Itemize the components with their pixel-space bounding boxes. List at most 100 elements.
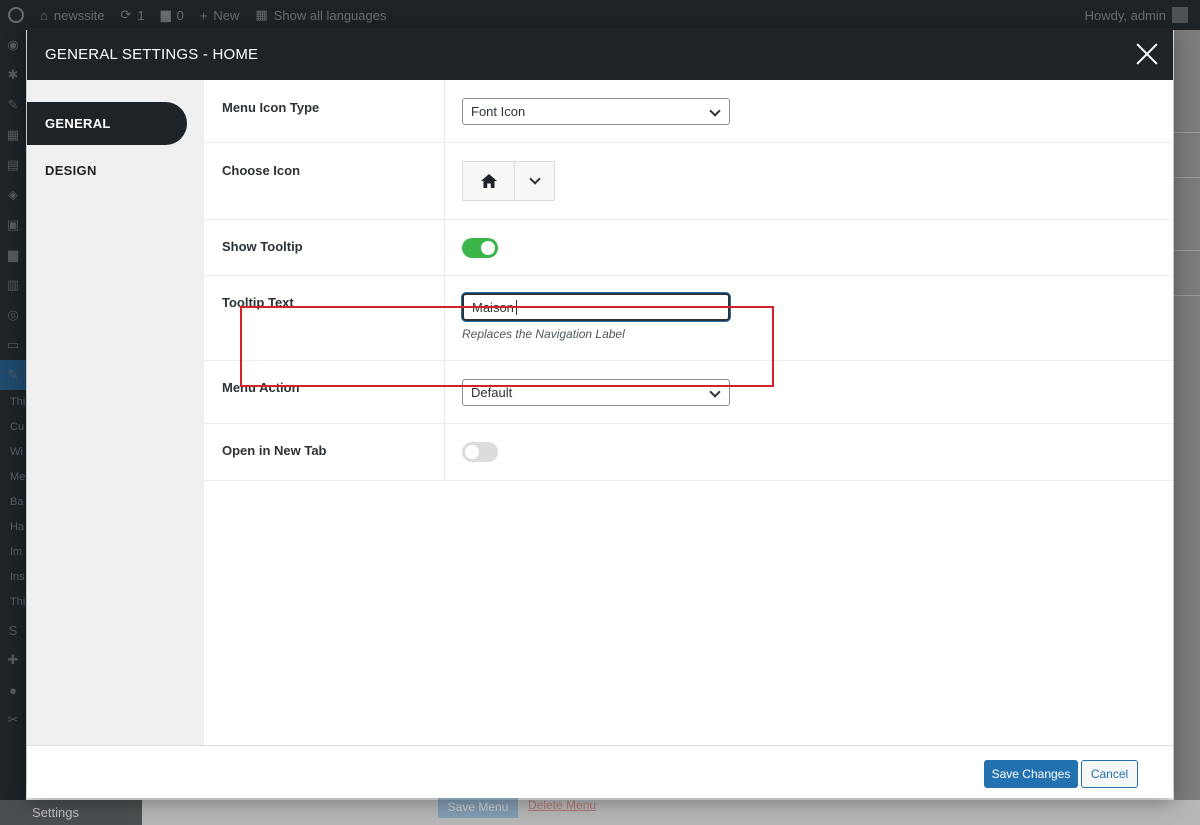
divider [1174, 250, 1200, 251]
avatar [1172, 7, 1188, 23]
plugins-icon[interactable]: ✚ [0, 645, 26, 675]
submenu-item[interactable]: Ha [0, 515, 26, 540]
icon-picker-dropdown[interactable] [515, 162, 554, 200]
submenu-item[interactable]: Ins [0, 565, 26, 590]
tooltip-text-label: Tooltip Text [204, 276, 445, 360]
tooltip-text-control: Maison Replaces the Navigation Label [445, 276, 1173, 360]
background-footer: Settings Save Menu Delete Menu [0, 796, 1200, 825]
toggle-knob [465, 445, 479, 459]
submenu-item[interactable]: Wi [0, 440, 26, 465]
show-tooltip-toggle[interactable] [462, 238, 498, 258]
site-name-link[interactable]: ⌂ newssite [32, 0, 112, 30]
updates-link[interactable]: ⟳ 1 [112, 0, 152, 30]
media-icon[interactable]: ◈ [0, 180, 26, 210]
wordpress-logo[interactable] [0, 0, 32, 30]
menu-icon-type-value: Font Icon [471, 104, 526, 119]
settings-menu-item[interactable]: Settings [0, 800, 142, 825]
submenu-item[interactable]: Thi [0, 590, 26, 615]
toggle-knob [481, 241, 495, 255]
icon-picker[interactable] [462, 161, 555, 201]
tooltip-text-value: Maison [472, 299, 514, 315]
chevron-down-icon [709, 386, 721, 398]
languages-label: Show all languages [273, 7, 387, 23]
save-menu-button[interactable]: Save Menu [438, 796, 518, 818]
plus-icon: + [199, 7, 208, 23]
modal-body: GENERAL DESIGN Menu Icon Type Font Icon … [27, 80, 1173, 745]
tab-design[interactable]: DESIGN [27, 149, 187, 192]
admin-bar: ⌂ newssite ⟳ 1 ▆ 0 + New ▦ Show all languages… [0, 0, 1200, 30]
languages-link[interactable]: ▦ Show all languages [247, 0, 394, 30]
dashboard-icon[interactable]: ◉ [0, 30, 26, 60]
forms-icon[interactable]: ▥ [0, 270, 26, 300]
form-row-choose-icon: Choose Icon [204, 143, 1173, 220]
modal-footer: Save Changes Cancel [27, 745, 1173, 798]
comments-icon[interactable]: ▆ [0, 240, 26, 270]
chevron-down-icon [529, 173, 541, 185]
wordpress-icon [8, 7, 24, 23]
show-tooltip-control [445, 220, 1173, 275]
folder-icon[interactable]: ▭ [0, 330, 26, 360]
comment-icon: ▆ [160, 7, 171, 22]
users-icon[interactable]: ● [0, 675, 26, 705]
submenu-item[interactable]: Thi [0, 390, 26, 415]
modal-header: GENERAL SETTINGS - HOME [27, 28, 1173, 80]
cancel-button[interactable]: Cancel [1081, 760, 1138, 788]
divider [1174, 132, 1200, 133]
translate-icon: ▦ [255, 7, 268, 22]
menu-icon-type-select[interactable]: Font Icon [462, 98, 730, 125]
form-row-open-new-tab: Open in New Tab [204, 424, 1173, 481]
tooltip-text-help: Replaces the Navigation Label [462, 327, 625, 341]
comments-link[interactable]: ▆ 0 [153, 0, 192, 30]
close-icon[interactable] [1135, 42, 1159, 66]
form-row-tooltip-text: Tooltip Text Maison Replaces the Navigat… [204, 276, 1173, 361]
save-changes-button[interactable]: Save Changes [984, 760, 1078, 788]
plugin-icon[interactable]: ◎ [0, 300, 26, 330]
gear-icon[interactable]: ✱ [0, 60, 26, 90]
home-icon [463, 162, 515, 200]
home-icon: ⌂ [40, 7, 48, 23]
choose-icon-control [445, 143, 1173, 219]
menu-action-select[interactable]: Default [462, 379, 730, 406]
show-tooltip-label: Show Tooltip [204, 220, 445, 275]
modal-title: GENERAL SETTINGS - HOME [45, 45, 259, 63]
menu-action-value: Default [471, 385, 513, 400]
delete-menu-link[interactable]: Delete Menu [528, 798, 596, 812]
divider [1174, 295, 1200, 296]
submenu-item[interactable]: Im [0, 540, 26, 565]
text-caret [515, 299, 517, 315]
menu-action-control: Default [445, 361, 1173, 423]
background-page-edge [1174, 30, 1200, 800]
pages-icon[interactable]: ▣ [0, 210, 26, 240]
settings-modal: GENERAL SETTINGS - HOME GENERAL DESIGN M… [27, 28, 1173, 798]
tools-icon[interactable]: ✂ [0, 705, 26, 735]
greeting: Howdy, admin [1084, 7, 1166, 23]
table-icon[interactable]: ▤ [0, 150, 26, 180]
choose-icon-label: Choose Icon [204, 143, 445, 219]
site-name: newssite [53, 7, 105, 23]
menu-action-label: Menu Action [204, 361, 445, 423]
chevron-down-icon [709, 105, 721, 117]
submenu-item[interactable]: Ba [0, 490, 26, 515]
appearance-icon[interactable]: ✎ [0, 360, 26, 390]
open-new-tab-toggle[interactable] [462, 442, 498, 462]
open-new-tab-control [445, 424, 1173, 480]
open-new-tab-label: Open in New Tab [204, 424, 445, 480]
snippet-icon[interactable]: S [0, 615, 26, 645]
comments-count: 0 [176, 7, 184, 23]
pin-icon[interactable]: ✎ [0, 90, 26, 120]
menu-icon-type-label: Menu Icon Type [204, 80, 445, 142]
new-label: New [213, 7, 240, 23]
form-row-show-tooltip: Show Tooltip [204, 220, 1173, 276]
submenu-item[interactable]: Cu [0, 415, 26, 440]
divider [1174, 177, 1200, 178]
settings-form: Menu Icon Type Font Icon Choose Icon Sho… [204, 80, 1173, 745]
grid-icon[interactable]: ▦ [0, 120, 26, 150]
submenu-item[interactable]: Me [0, 465, 26, 490]
tooltip-text-input[interactable]: Maison [462, 293, 730, 321]
account-menu[interactable]: Howdy, admin [1085, 7, 1200, 23]
tab-general[interactable]: GENERAL [27, 102, 187, 145]
updates-count: 1 [137, 7, 145, 23]
new-content-link[interactable]: + New [192, 0, 248, 30]
settings-tabs: GENERAL DESIGN [27, 80, 204, 745]
form-row-menu-action: Menu Action Default [204, 361, 1173, 424]
